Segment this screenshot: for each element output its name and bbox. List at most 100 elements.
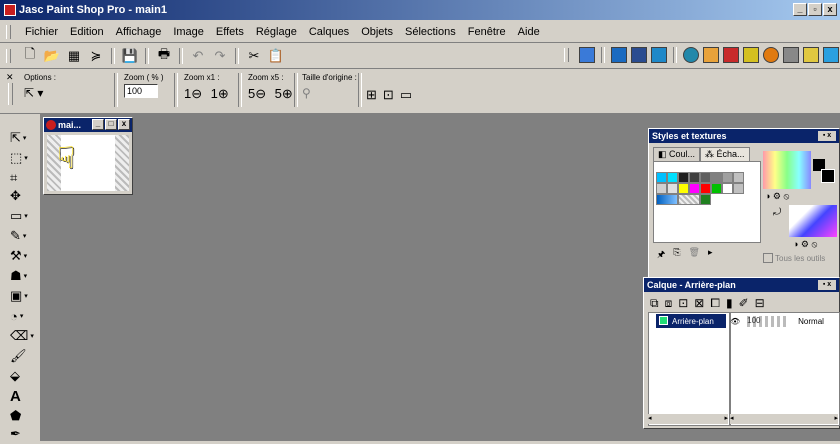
toolbar-grip[interactable] [6, 49, 11, 63]
menu-edition[interactable]: Edition [64, 26, 110, 38]
document-window[interactable]: mai... _ □ x ☟ [43, 117, 133, 195]
tab-swatches[interactable]: ⁂ Écha... [700, 147, 750, 161]
picture-frame-icon[interactable] [803, 47, 819, 63]
zoom-out-5-icon[interactable]: 5⊖ [248, 86, 266, 101]
paste-icon[interactable]: 📋 [267, 47, 285, 65]
edit-swatch-icon[interactable]: ⎘ [673, 247, 680, 263]
swatch[interactable] [689, 183, 700, 194]
swatch[interactable] [667, 183, 678, 194]
doc-maximize-button[interactable]: □ [105, 119, 117, 130]
menu-objets[interactable]: Objets [355, 26, 399, 38]
swatch[interactable] [689, 172, 700, 183]
texture-swatch[interactable] [700, 194, 711, 205]
brightness-icon[interactable] [723, 47, 739, 63]
zoom-out-1-icon[interactable]: 1⊖ [184, 86, 202, 101]
retouch-tool-icon[interactable]: ☗ ▾ [10, 266, 36, 286]
swatch[interactable] [678, 172, 689, 183]
panel-pin-button[interactable]: ▪ x [818, 131, 836, 141]
full-screen-icon[interactable]: ▭ [400, 87, 412, 103]
document-title-bar[interactable]: mai... _ □ x [44, 118, 132, 132]
gradient-swatch[interactable] [656, 194, 678, 205]
layers-panel-pin-button[interactable]: ▪ x [818, 280, 836, 290]
eraser-tool-icon[interactable]: ⌫ ▾ [10, 326, 36, 346]
scroll-left-icon[interactable]: ◂ [648, 414, 652, 424]
tube-icon[interactable] [823, 47, 839, 63]
close-options-icon[interactable]: ✕ [6, 72, 14, 83]
fit-window-icon[interactable]: ⊞ [366, 87, 377, 103]
fill-tool-icon[interactable]: ⬙ [10, 366, 36, 386]
blend-mode[interactable]: Normal [798, 317, 824, 326]
styles-title-bar[interactable]: Styles et textures ▪ x [649, 129, 839, 143]
bg-color-swatch[interactable] [821, 169, 835, 183]
menu-calques[interactable]: Calques [303, 26, 355, 38]
brush-tool-icon[interactable]: ✎ ▾ [10, 226, 36, 246]
options-grip[interactable] [8, 83, 13, 105]
swatch[interactable] [667, 172, 678, 183]
paint-brush-icon[interactable]: 🖌 [10, 346, 36, 366]
red-eye-icon[interactable] [683, 47, 699, 63]
script-icon[interactable] [651, 47, 667, 63]
swatch[interactable] [656, 183, 667, 194]
color-balance-icon[interactable] [703, 47, 719, 63]
scroll-right-icon[interactable]: ▸ [834, 414, 838, 424]
menu-effets[interactable]: Effets [210, 26, 250, 38]
browser-toggle-icon[interactable] [579, 47, 595, 63]
menu-affichage[interactable]: Affichage [110, 26, 168, 38]
saturation-icon[interactable] [743, 47, 759, 63]
pattern-swatch[interactable] [678, 194, 700, 205]
new-swatch-icon[interactable]: 🖈 [657, 247, 665, 263]
swatch[interactable] [722, 172, 733, 183]
swatch[interactable] [711, 183, 722, 194]
swatch[interactable] [733, 183, 744, 194]
new-raster-layer-icon[interactable]: ⧉ [650, 296, 659, 311]
new-adjustment-layer-icon[interactable]: ⊠ [694, 296, 704, 311]
swatch-grid[interactable] [653, 161, 761, 243]
effects-icon[interactable] [783, 47, 799, 63]
redo-icon[interactable]: ↷ [211, 47, 229, 65]
swatch[interactable] [733, 172, 744, 183]
tab-colors[interactable]: ◧ Coul... [653, 147, 701, 161]
swatch[interactable] [700, 172, 711, 183]
print-icon[interactable]: 🖶 [155, 46, 173, 65]
new-vector-layer-icon[interactable]: ⧈ [665, 296, 673, 311]
restore-button[interactable]: ▫ [808, 3, 822, 16]
menubar-grip[interactable] [6, 25, 11, 39]
scroll-left-icon[interactable]: ◂ [730, 414, 734, 424]
effect-tool-icon[interactable]: ▣ ▾ [10, 286, 36, 306]
delete-swatch-icon[interactable]: 🗑 [689, 247, 700, 263]
scroll-right-icon[interactable]: ▸ [724, 414, 728, 424]
zoom-in-1-icon[interactable]: 1⊕ [211, 86, 229, 101]
swatch[interactable] [678, 183, 689, 194]
minimize-button[interactable]: _ [793, 3, 807, 16]
cut-icon[interactable]: ✂ [245, 47, 263, 65]
merge-layer-icon[interactable]: ⊟ [755, 296, 765, 311]
swatch-menu-icon[interactable]: ▸ [708, 247, 713, 263]
opacity-slider[interactable]: 100 [744, 315, 789, 327]
all-tools-checkbox[interactable]: Tous les outils [763, 253, 825, 263]
layers-title-bar[interactable]: Calque - Arrière-plan ▪ x [644, 278, 839, 292]
menu-image[interactable]: Image [167, 26, 210, 38]
overview-icon[interactable] [631, 47, 647, 63]
move-tool-icon[interactable]: ✥ [10, 186, 36, 206]
color-replacer-icon[interactable]: ◔ ▾ [10, 306, 36, 326]
foreground-style-box[interactable] [763, 151, 811, 189]
zoom-in-5-icon[interactable]: 5⊕ [275, 86, 293, 101]
checkbox-box[interactable] [763, 253, 773, 263]
background-style-box[interactable] [789, 205, 837, 237]
clone-tool-icon[interactable]: ⚒ ▾ [10, 246, 36, 266]
layer-row-background[interactable]: Arrière-plan [656, 314, 726, 328]
hue-icon[interactable] [763, 47, 779, 63]
duplicate-layer-icon[interactable]: ⧠ [710, 296, 720, 311]
fit-image-icon[interactable]: ⊡ [383, 87, 394, 103]
close-button[interactable]: x [823, 3, 837, 16]
fg-style-buttons[interactable]: ◑ ⚙ ⦸ [765, 191, 789, 202]
menu-aide[interactable]: Aide [512, 26, 546, 38]
menu-fichier[interactable]: Fichier [19, 26, 64, 38]
selection-tool-icon[interactable]: ⬚ ▾ [10, 148, 36, 168]
menu-reglage[interactable]: Réglage [250, 26, 303, 38]
swatch[interactable] [711, 172, 722, 183]
text-tool-icon[interactable]: A [10, 386, 36, 406]
visibility-eye-icon[interactable]: 👁 [730, 317, 740, 326]
scan-icon[interactable]: ≽ [87, 47, 105, 65]
swatch[interactable] [700, 183, 711, 194]
